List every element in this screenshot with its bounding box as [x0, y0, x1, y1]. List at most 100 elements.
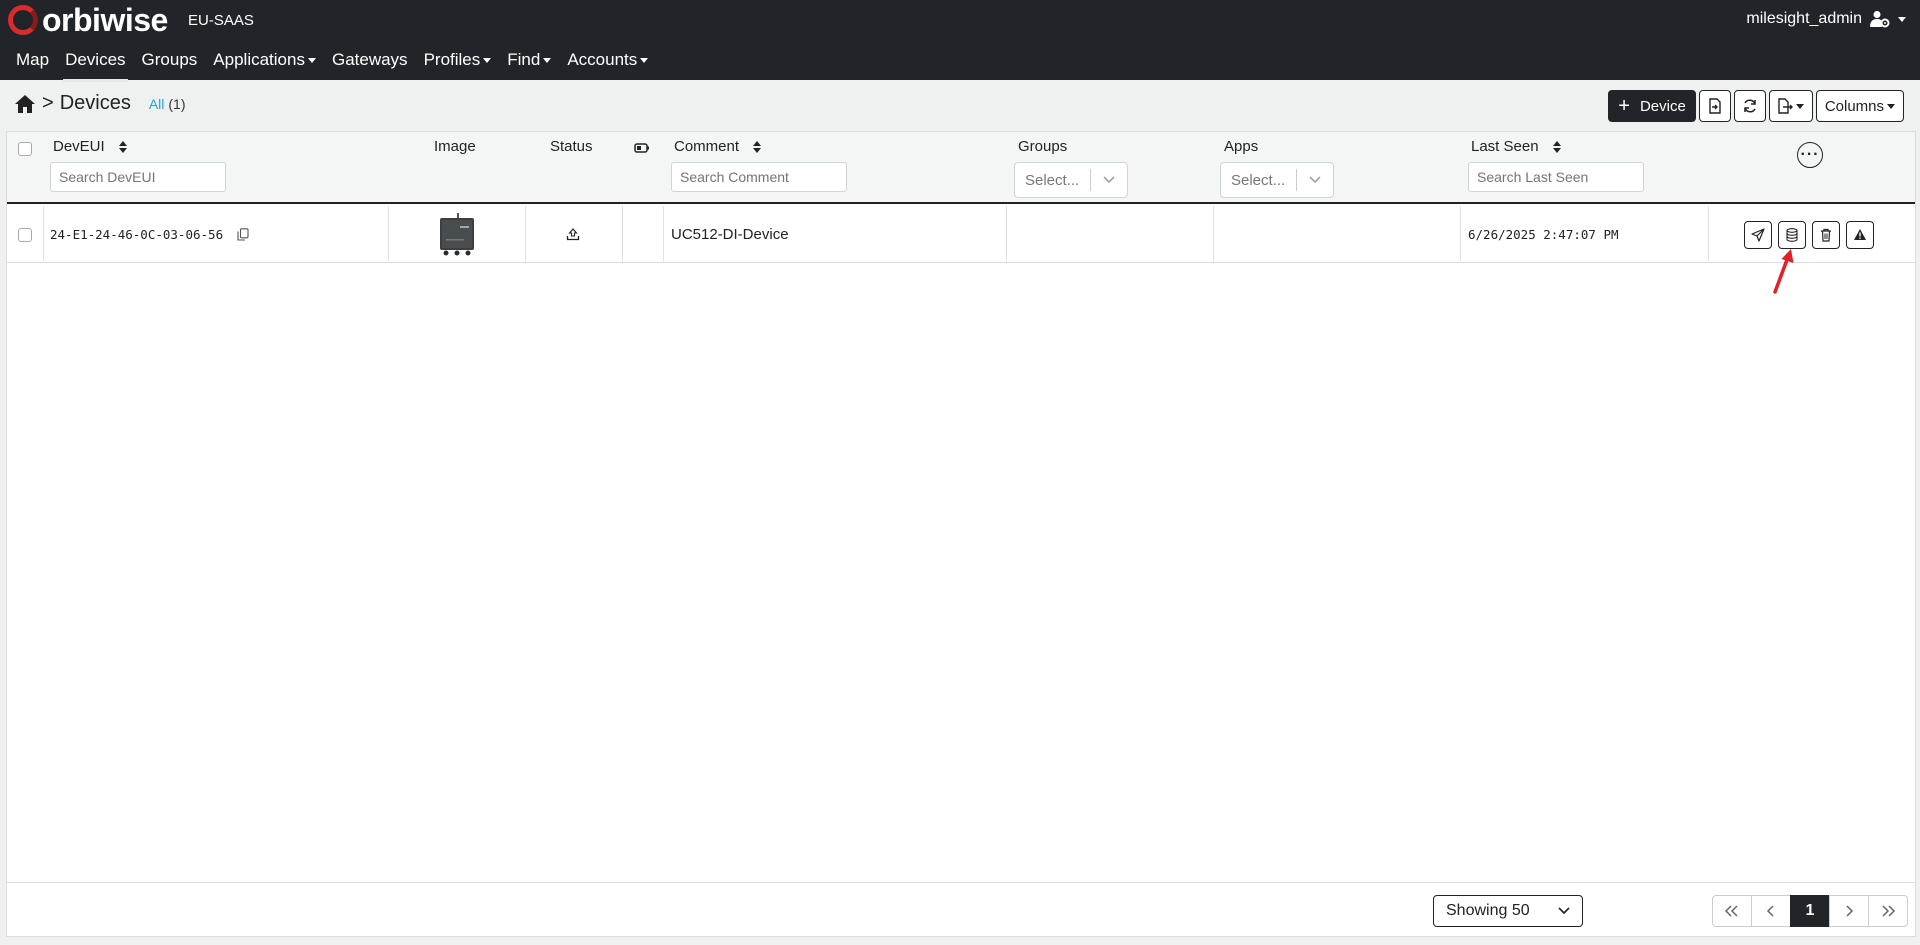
database-icon: [1786, 227, 1798, 242]
apps-select-placeholder: Select...: [1231, 171, 1286, 189]
double-chevron-right-icon: [1882, 905, 1896, 917]
col-last-seen-header[interactable]: Last Seen: [1471, 138, 1561, 155]
page-title: Devices: [59, 92, 131, 114]
sort-icon: [118, 141, 127, 154]
comment-header-label: Comment: [674, 138, 740, 155]
nav-applications[interactable]: Applications: [205, 46, 324, 80]
breadcrumb-separator: >: [42, 92, 54, 114]
row-checkbox[interactable]: [18, 227, 32, 242]
refresh-button[interactable]: [1733, 90, 1766, 122]
caret-down-icon: [1887, 103, 1895, 109]
columns-label: Columns: [1824, 97, 1884, 115]
apps-select[interactable]: Select...: [1220, 162, 1334, 198]
status-cell: [566, 206, 580, 263]
deveui-header-label: DevEUI: [53, 138, 105, 155]
col-groups-header: Groups: [1018, 138, 1068, 155]
deveui-cell: 24-E1-24-46-0C-03-06-56: [50, 206, 249, 263]
cell-divider: [1213, 206, 1214, 263]
orbiwise-logo-icon: [8, 5, 38, 35]
user-menu[interactable]: milesight_admin: [1746, 10, 1906, 28]
col-comment-header[interactable]: Comment: [674, 138, 762, 155]
col-status-header: Status: [550, 138, 593, 155]
brand-logo[interactable]: orbiwise: [8, 4, 168, 36]
nav-accounts[interactable]: Accounts: [559, 46, 656, 80]
cell-divider: [1708, 206, 1709, 263]
send-downlink-button[interactable]: [1744, 220, 1772, 249]
groups-select-placeholder: Select...: [1025, 171, 1080, 189]
chevron-down-icon: [1898, 16, 1906, 22]
device-alarm-button[interactable]: [1846, 220, 1874, 249]
next-page-button[interactable]: [1829, 895, 1869, 927]
device-image: [438, 212, 476, 257]
caret-down-icon: [640, 58, 649, 64]
page-size-select[interactable]: Showing 50: [1433, 895, 1583, 927]
file-export-icon: [1778, 98, 1794, 114]
prev-page-button[interactable]: [1751, 895, 1791, 927]
caret-down-icon: [483, 58, 492, 64]
nav-profiles[interactable]: Profiles: [416, 46, 500, 80]
sort-icon: [753, 141, 762, 154]
cell-divider: [663, 206, 664, 263]
chevron-down-icon: [1558, 907, 1570, 915]
double-chevron-left-icon: [1724, 905, 1738, 917]
top-navbar: orbiwise EU-SAAS milesight_admin Map Dev…: [0, 0, 1920, 82]
page-size-label: Showing 50: [1446, 902, 1530, 919]
last-seen-cell: 6/26/2025 2:47:07 PM: [1468, 206, 1619, 263]
chevron-left-icon: [1766, 905, 1774, 917]
search-comment-input[interactable]: [671, 162, 847, 192]
nav-find[interactable]: Find: [499, 46, 559, 80]
col-deveui-header[interactable]: DevEUI: [53, 138, 127, 155]
last-seen-header-label: Last Seen: [1471, 138, 1539, 155]
home-icon[interactable]: [14, 94, 36, 114]
page-toolbar: + Device Columns: [1608, 90, 1904, 122]
username: milesight_admin: [1746, 10, 1862, 27]
brand-name: orbiwise: [42, 2, 168, 38]
tenant-label: EU-SAAS: [188, 12, 254, 29]
add-device-button[interactable]: + Device: [1608, 90, 1696, 122]
chevron-down-icon: [1297, 176, 1333, 184]
table-row[interactable]: 24-E1-24-46-0C-03-06-56 UC512-DI-Device …: [7, 206, 1915, 263]
pagination: 1: [1712, 895, 1908, 927]
chevron-down-icon: [1091, 176, 1127, 184]
last-seen-value: 6/26/2025 2:47:07 PM: [1468, 227, 1619, 242]
warning-icon: [1854, 229, 1866, 240]
filter-all-link[interactable]: All: [149, 96, 165, 112]
delete-device-button[interactable]: [1812, 220, 1840, 249]
cell-divider: [622, 206, 623, 263]
search-last-seen-input[interactable]: [1468, 162, 1644, 192]
search-deveui-input[interactable]: [50, 162, 226, 192]
comment-cell: UC512-DI-Device: [671, 206, 789, 263]
main-nav: Map Devices Groups Applications Gateways…: [8, 46, 656, 82]
cell-divider: [43, 206, 44, 263]
battery-icon: [634, 143, 649, 153]
copy-icon[interactable]: [237, 228, 249, 241]
cell-divider: [525, 206, 526, 263]
caret-down-icon: [543, 58, 552, 64]
nav-map[interactable]: Map: [8, 46, 57, 80]
last-page-button[interactable]: [1868, 895, 1908, 927]
nav-devices[interactable]: Devices: [57, 46, 133, 82]
row-select-cell: [18, 206, 32, 263]
first-page-button[interactable]: [1712, 895, 1752, 927]
columns-button[interactable]: Columns: [1815, 90, 1904, 122]
image-cell: [438, 206, 476, 263]
annotation-arrow-icon: [1773, 249, 1794, 294]
nav-groups[interactable]: Groups: [134, 46, 206, 80]
page-button[interactable]: 1: [1790, 895, 1830, 927]
import-button[interactable]: [1698, 90, 1731, 122]
breadcrumb: > Devices All (1): [14, 92, 186, 115]
nav-gateways[interactable]: Gateways: [324, 46, 416, 80]
caret-down-icon: [1796, 103, 1805, 109]
trash-icon: [1821, 228, 1831, 242]
deveui-value[interactable]: 24-E1-24-46-0C-03-06-56: [50, 227, 223, 242]
groups-select[interactable]: Select...: [1014, 162, 1128, 198]
more-options-icon[interactable]: ···: [1797, 142, 1823, 168]
chevron-right-icon: [1846, 905, 1854, 917]
select-all-checkbox[interactable]: [18, 142, 32, 156]
table-footer: Showing 50 1: [7, 882, 1915, 938]
export-button[interactable]: [1768, 90, 1813, 122]
device-data-button[interactable]: [1778, 220, 1806, 249]
cell-divider: [1460, 206, 1461, 263]
add-device-label: Device: [1639, 97, 1686, 115]
devices-table: DevEUI Image Status Comment Groups Selec…: [6, 131, 1916, 937]
